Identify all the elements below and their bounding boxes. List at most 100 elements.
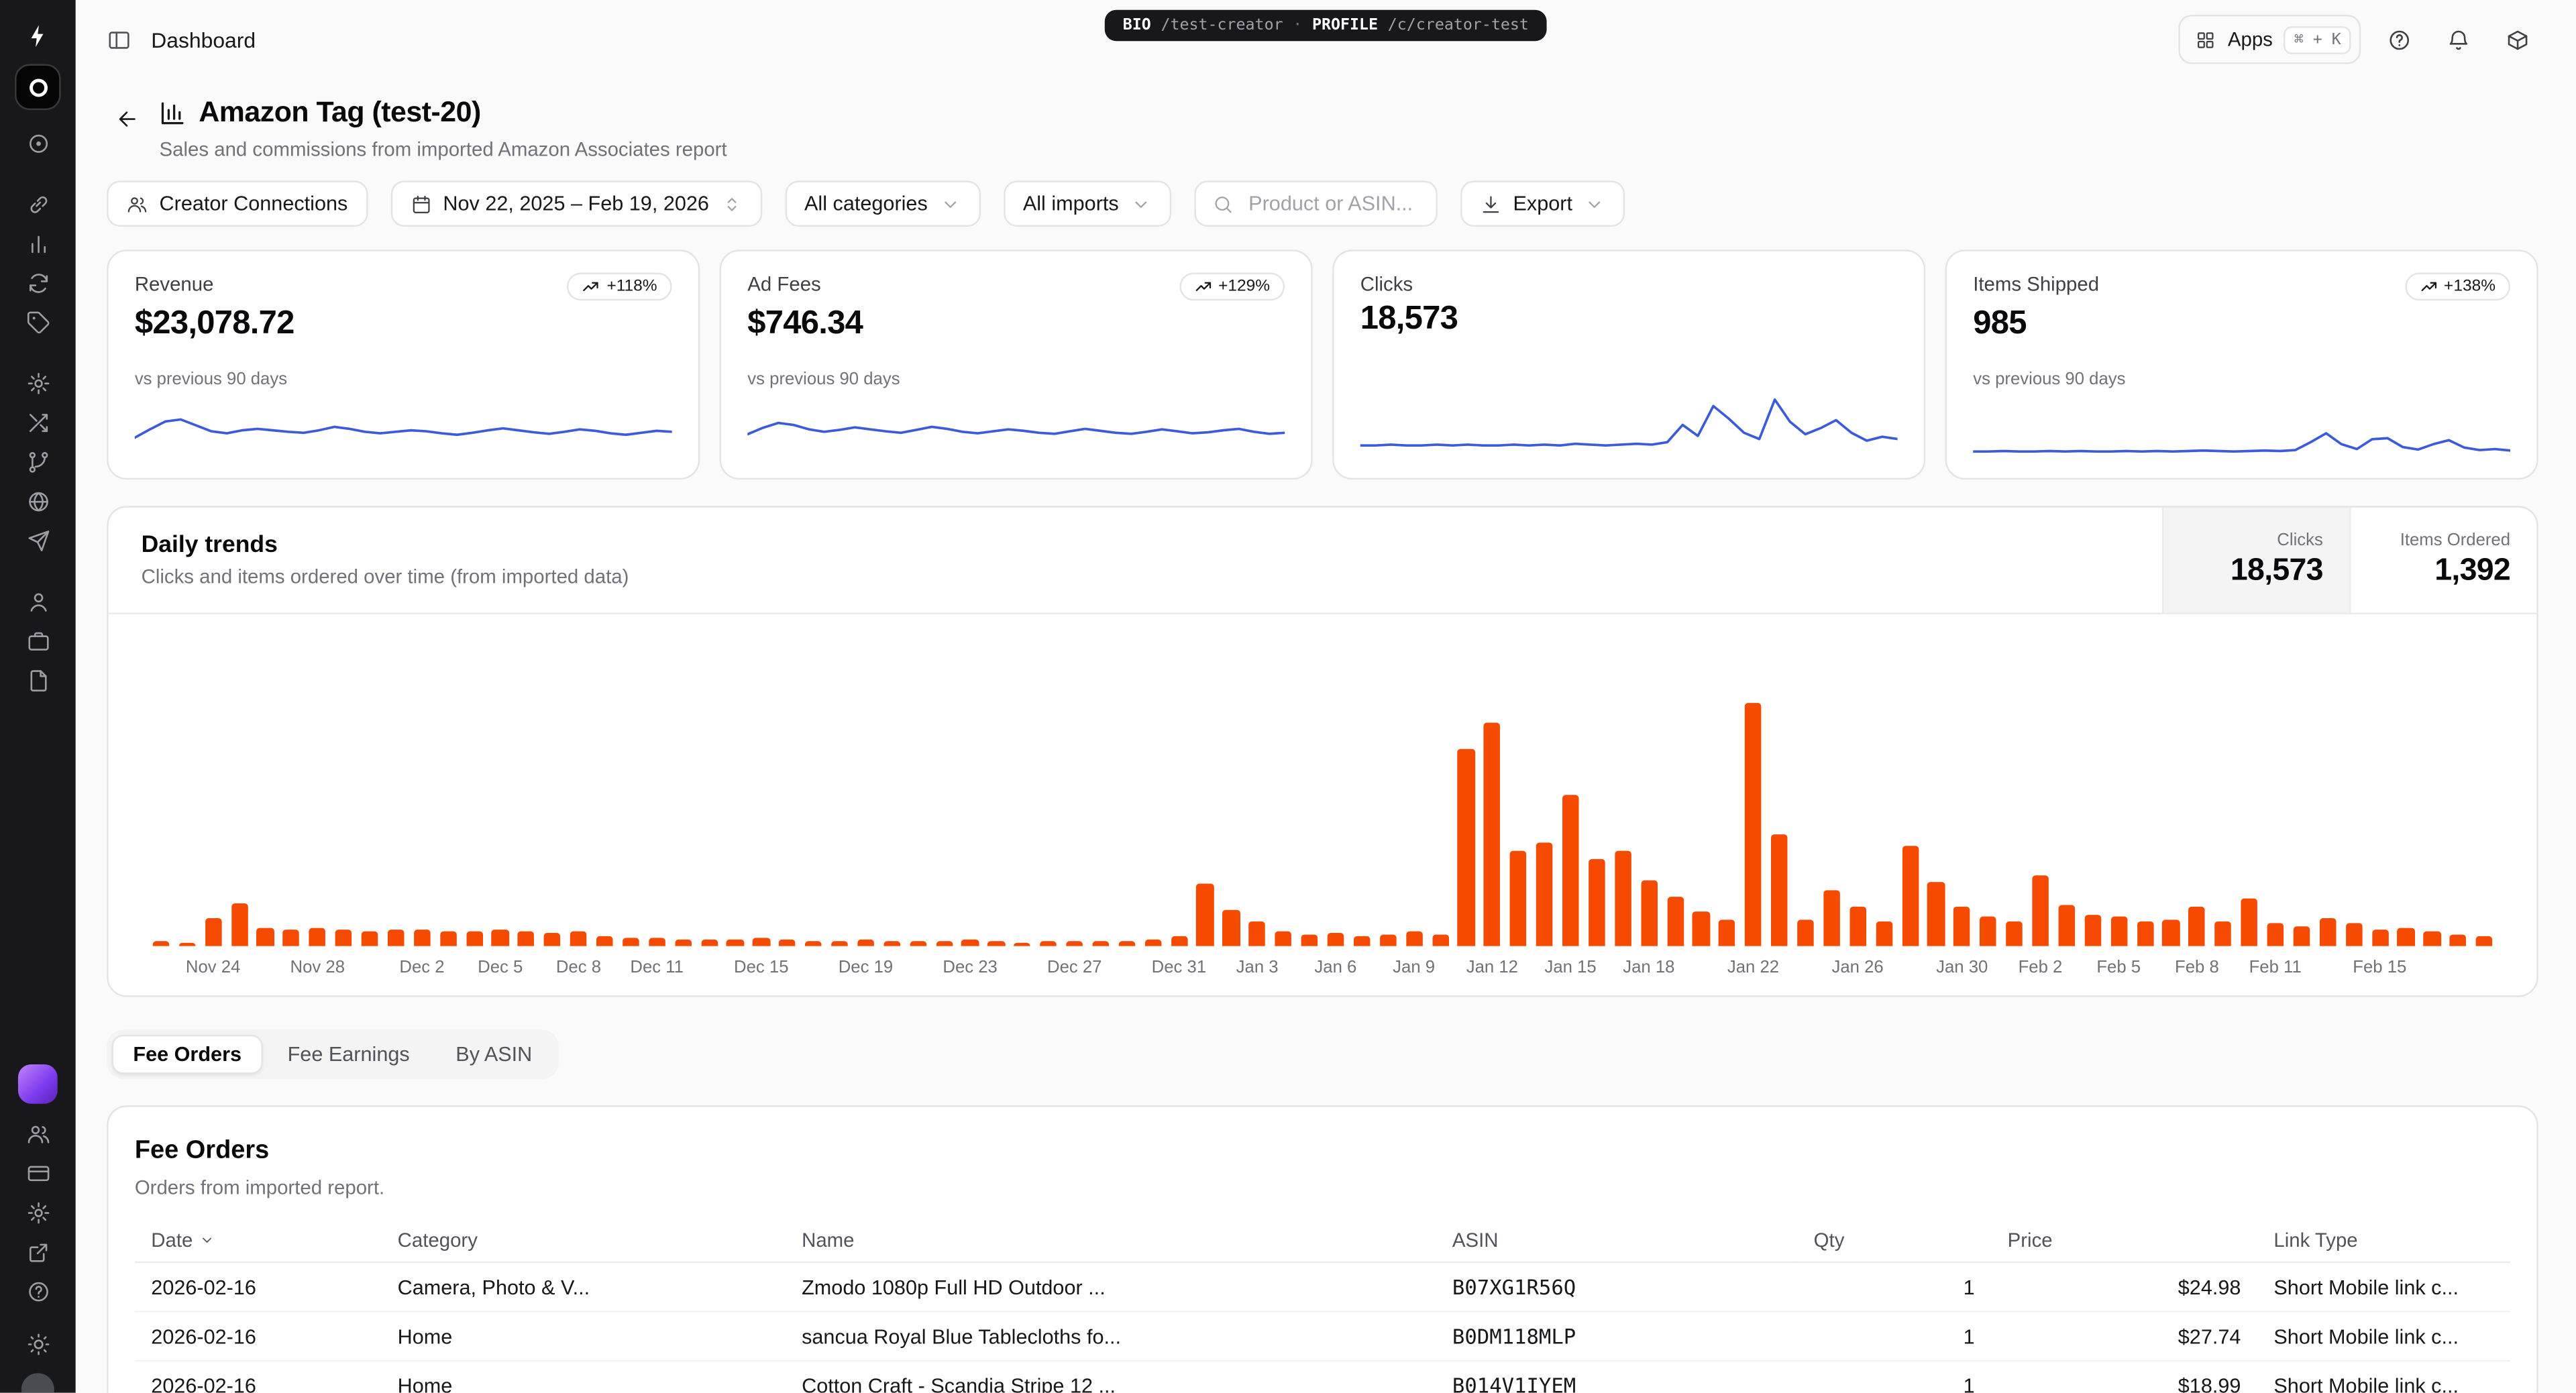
cell-price: $24.98 xyxy=(1991,1262,2257,1311)
cell-category: Home xyxy=(381,1361,785,1393)
bar-slot xyxy=(2471,637,2498,946)
context-badge[interactable]: BIO /test-creator · PROFILE /c/creator-t… xyxy=(1105,10,1547,42)
chevron-down-icon xyxy=(1130,193,1152,215)
bar xyxy=(1249,922,1266,946)
box-icon xyxy=(2504,27,2529,52)
axis-tick: Jan 22 xyxy=(1727,958,1779,977)
column-header-date[interactable]: Date xyxy=(135,1219,381,1262)
bar xyxy=(335,930,352,946)
revenue-sparkline xyxy=(135,402,672,458)
tab-fee-earnings[interactable]: Fee Earnings xyxy=(266,1035,431,1074)
fee-orders-table: Date Category Name ASIN Qty Price Link T… xyxy=(135,1219,2510,1393)
bar xyxy=(1719,920,1735,946)
bar xyxy=(2371,930,2388,946)
sidebar-item-links[interactable] xyxy=(13,184,62,223)
user-avatar[interactable] xyxy=(21,1373,54,1392)
sidebar-item-discover[interactable] xyxy=(13,123,62,163)
bar xyxy=(2319,918,2336,946)
workspace-avatar[interactable] xyxy=(18,1064,58,1104)
axis-tick: Dec 27 xyxy=(1047,958,1102,977)
sidebar-item-flows[interactable] xyxy=(13,442,62,482)
page-subtitle: Sales and commissions from imported Amaz… xyxy=(160,138,727,161)
bar-slot xyxy=(2289,637,2315,946)
bar xyxy=(857,940,874,946)
bar xyxy=(1693,912,1709,946)
app-viewport: Dashboard BIO /test-creator · PROFILE /c… xyxy=(0,0,2576,1393)
notifications-button[interactable] xyxy=(2436,18,2479,61)
sidebar-item-business[interactable] xyxy=(13,621,62,661)
bar-slot xyxy=(357,637,383,946)
bio-value: /test-creator xyxy=(1161,16,1283,34)
bar-slot xyxy=(1688,637,1714,946)
apps-button[interactable]: Apps ⌘ + K xyxy=(2178,15,2361,64)
tab-fee-orders[interactable]: Fee Orders xyxy=(112,1035,263,1074)
bar xyxy=(1275,932,1292,946)
imports-select[interactable]: All imports xyxy=(1003,180,1171,227)
export-button[interactable]: Export xyxy=(1460,180,1625,227)
sidebar-item-preferences[interactable] xyxy=(13,1192,62,1232)
back-button[interactable] xyxy=(107,99,146,138)
bar xyxy=(570,931,587,946)
sidebar-item-documents[interactable] xyxy=(13,660,62,700)
bar-slot xyxy=(252,637,278,946)
sidebar-toggle-button[interactable] xyxy=(107,27,131,52)
trend-badge-value: +118% xyxy=(606,278,657,296)
bar-slot xyxy=(200,637,226,946)
bar xyxy=(1510,850,1527,946)
bar-slot xyxy=(2314,637,2341,946)
bar xyxy=(1379,935,1396,946)
sidebar-item-campaigns[interactable] xyxy=(13,520,62,560)
bar xyxy=(2163,920,2180,946)
bar xyxy=(309,928,326,946)
theme-toggle[interactable] xyxy=(13,1324,62,1363)
briefcase-icon xyxy=(25,628,50,653)
creator-connections-button[interactable]: Creator Connections xyxy=(107,180,368,227)
column-header-qty: Qty xyxy=(1797,1219,1991,1262)
date-range-picker[interactable]: Nov 22, 2025 – Feb 19, 2026 xyxy=(390,180,761,227)
sidebar-item-profile[interactable] xyxy=(13,581,62,621)
grid-icon xyxy=(2195,29,2216,50)
bar xyxy=(439,931,456,946)
sort-chevron-icon xyxy=(199,1232,215,1248)
sparkline-svg xyxy=(1973,402,2510,458)
sidebar-item-settings[interactable] xyxy=(13,363,62,402)
categories-select[interactable]: All categories xyxy=(785,180,981,227)
toggle-items-ordered[interactable]: Items Ordered 1,392 xyxy=(2349,508,2536,613)
sidebar-item-sync[interactable] xyxy=(13,263,62,302)
target-icon xyxy=(25,131,50,156)
bar xyxy=(1223,910,1240,946)
table-row: 2026-02-16 Home sancua Royal Blue Tablec… xyxy=(135,1312,2510,1361)
sidebar-item-share[interactable] xyxy=(13,1232,62,1272)
bar xyxy=(283,930,300,946)
stat-card-ad-fees: Ad Fees +129% $746.34 vs previous 90 day… xyxy=(720,249,1313,480)
bar xyxy=(1328,933,1344,946)
axis-tick: Dec 8 xyxy=(556,958,601,977)
column-header-link-type: Link Type xyxy=(2257,1219,2510,1262)
bar-slot xyxy=(2263,637,2289,946)
refresh-icon xyxy=(25,270,50,295)
bar-slot xyxy=(879,637,905,946)
sidebar-item-billing[interactable] xyxy=(13,1153,62,1192)
bar-slot xyxy=(905,637,931,946)
tab-by-asin[interactable]: By ASIN xyxy=(434,1035,553,1074)
sidebar-item-analytics[interactable] xyxy=(13,223,62,263)
sidebar-item-team[interactable] xyxy=(13,1113,62,1153)
bar-slot xyxy=(800,637,826,946)
sidebar-item-help[interactable] xyxy=(13,1272,62,1311)
help-button[interactable] xyxy=(2377,18,2420,61)
toggle-clicks[interactable]: Clicks 18,573 xyxy=(2162,508,2349,613)
inbox-button[interactable] xyxy=(2496,18,2538,61)
search-input[interactable] xyxy=(1245,190,1419,217)
sidebar-item-tags[interactable] xyxy=(13,302,62,342)
axis-tick: Dec 2 xyxy=(399,958,444,977)
sidebar-item-web[interactable] xyxy=(13,482,62,521)
bar xyxy=(492,930,508,946)
bar xyxy=(1823,891,1840,946)
bar-slot xyxy=(174,637,200,946)
bar-slot xyxy=(1532,637,1558,946)
categories-value: All categories xyxy=(804,192,928,215)
sidebar-item-automations[interactable] xyxy=(13,402,62,442)
cell-date: 2026-02-16 xyxy=(135,1262,381,1311)
active-app-tile[interactable] xyxy=(15,64,61,111)
brand-logo-icon[interactable] xyxy=(25,19,51,52)
